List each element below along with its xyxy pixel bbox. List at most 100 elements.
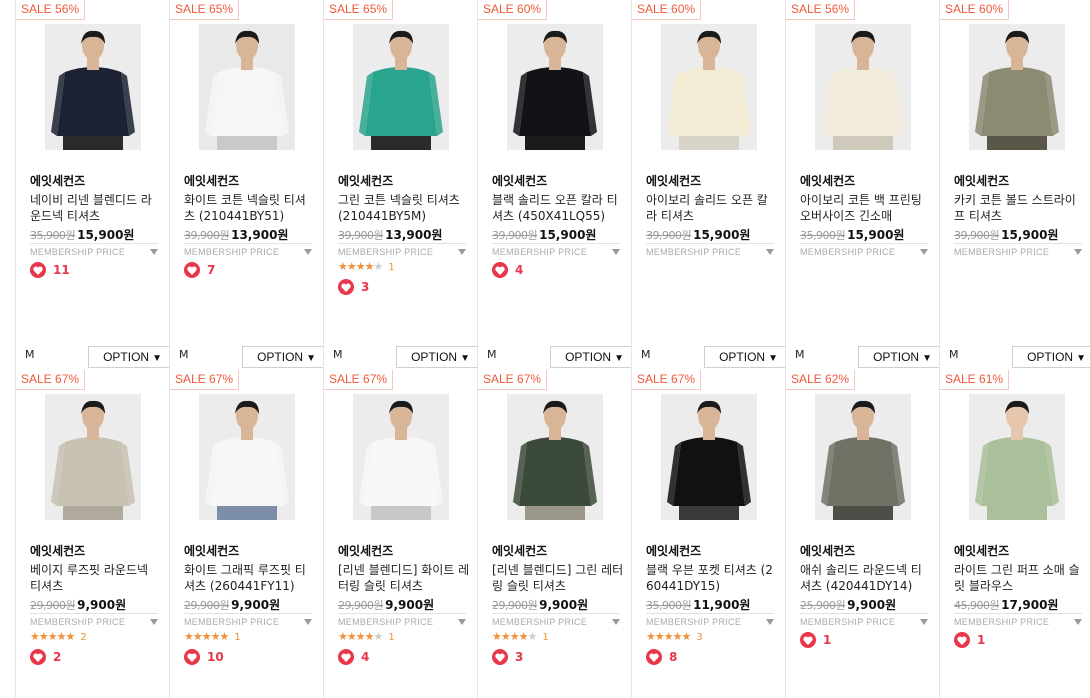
brand-name[interactable]: 에잇세컨즈 <box>184 172 239 189</box>
product-image[interactable] <box>507 394 603 520</box>
product-image[interactable] <box>815 24 911 150</box>
price-box: 39,900원 15,900원 <box>492 224 596 243</box>
brand-name[interactable]: 에잇세컨즈 <box>646 542 701 559</box>
product-name[interactable]: 블랙 솔리드 오픈 칼라 티셔츠 (450X41LQ55) <box>492 192 624 224</box>
option-button[interactable]: OPTION ▼ <box>1012 346 1090 368</box>
heart-icon <box>338 649 354 665</box>
membership-price-toggle[interactable]: MEMBERSHIP PRICE <box>338 613 466 630</box>
brand-name[interactable]: 에잇세컨즈 <box>30 542 85 559</box>
product-name[interactable]: 라이트 그린 퍼프 소매 슬릿 블라우스 <box>954 562 1086 594</box>
brand-name[interactable]: 에잇세컨즈 <box>954 172 1009 189</box>
sale-badge: SALE 60% <box>632 0 702 20</box>
product-image[interactable] <box>45 24 141 150</box>
product-name[interactable]: 블랙 우븐 포켓 티셔츠 (260441DY15) <box>646 562 778 594</box>
brand-name[interactable]: 에잇세컨즈 <box>646 172 701 189</box>
product-image[interactable] <box>507 24 603 150</box>
like-button[interactable]: 4 <box>338 649 369 665</box>
like-button[interactable]: 1 <box>954 632 985 648</box>
product-name[interactable]: 애쉬 솔리드 라운드넥 티셔츠 (420441DY14) <box>800 562 932 594</box>
option-button[interactable]: OPTION ▼ <box>858 346 940 368</box>
brand-name[interactable]: 에잇세컨즈 <box>184 542 239 559</box>
like-button[interactable]: 11 <box>30 262 70 278</box>
product-card[interactable]: SALE 60% 에잇세컨즈 카키 코튼 볼드 스트라이프 티셔츠 39,900원 15… <box>939 0 1090 370</box>
membership-price-toggle[interactable]: MEMBERSHIP PRICE <box>646 243 774 260</box>
product-image[interactable] <box>969 24 1065 150</box>
membership-price-label: MEMBERSHIP PRICE <box>800 617 896 627</box>
membership-price-toggle[interactable]: MEMBERSHIP PRICE <box>646 613 774 630</box>
dropdown-triangle-icon <box>612 249 620 255</box>
option-button[interactable]: OPTION ▼ <box>396 346 478 368</box>
product-name[interactable]: 화이트 그래픽 루즈핏 티셔츠 (260441FY11) <box>184 562 316 594</box>
like-button[interactable]: 3 <box>492 649 523 665</box>
product-card[interactable]: SALE 60% 에잇세컨즈 아이보리 솔리드 오픈 칼라 티셔츠 39,900원 15… <box>631 0 786 370</box>
brand-name[interactable]: 에잇세컨즈 <box>30 172 85 189</box>
membership-price-toggle[interactable]: MEMBERSHIP PRICE <box>338 243 466 260</box>
like-button[interactable]: 2 <box>30 649 61 665</box>
product-card[interactable]: SALE 56% 에잇세컨즈 네이비 리넨 블렌디드 라운드넥 티셔츠 35,900원… <box>15 0 170 370</box>
option-button[interactable]: OPTION ▼ <box>88 346 170 368</box>
size-label: M <box>949 348 959 361</box>
product-name[interactable]: 화이트 코튼 넥슬릿 티셔츠 (210441BY51) <box>184 192 316 224</box>
like-button[interactable]: 3 <box>338 279 369 295</box>
membership-price-label: MEMBERSHIP PRICE <box>338 247 434 257</box>
like-button[interactable]: 7 <box>184 262 215 278</box>
product-card[interactable]: SALE 67% 에잇세컨즈 베이지 루즈핏 라운드넥 티셔츠 29,900원 9,90… <box>15 370 169 698</box>
product-card[interactable]: SALE 67% 에잇세컨즈 [리넨 블렌디드] 그린 레터링 슬릿 티셔츠 29,9… <box>477 370 631 698</box>
product-image[interactable] <box>969 394 1065 520</box>
membership-price-toggle[interactable]: MEMBERSHIP PRICE <box>954 243 1082 260</box>
membership-price-toggle[interactable]: MEMBERSHIP PRICE <box>954 613 1082 630</box>
membership-price-toggle[interactable]: MEMBERSHIP PRICE <box>184 613 312 630</box>
product-card[interactable]: SALE 65% 에잇세컨즈 화이트 코튼 넥슬릿 티셔츠 (210441BY51)… <box>169 0 324 370</box>
product-card[interactable]: SALE 67% 에잇세컨즈 화이트 그래픽 루즈핏 티셔츠 (260441FY11… <box>169 370 323 698</box>
product-name[interactable]: 네이비 리넨 블렌디드 라운드넥 티셔츠 <box>30 192 162 224</box>
membership-price-toggle[interactable]: MEMBERSHIP PRICE <box>800 243 928 260</box>
brand-name[interactable]: 에잇세컨즈 <box>800 172 855 189</box>
membership-price-toggle[interactable]: MEMBERSHIP PRICE <box>30 243 158 260</box>
product-image[interactable] <box>661 394 757 520</box>
brand-name[interactable]: 에잇세컨즈 <box>338 172 393 189</box>
option-button[interactable]: OPTION ▼ <box>550 346 632 368</box>
membership-price-label: MEMBERSHIP PRICE <box>492 247 588 257</box>
dropdown-triangle-icon <box>612 619 620 625</box>
product-card[interactable]: SALE 56% 에잇세컨즈 아이보리 코튼 백 프린팅 오버사이즈 긴소매 35,9… <box>785 0 940 370</box>
product-image[interactable] <box>199 394 295 520</box>
membership-price-toggle[interactable]: MEMBERSHIP PRICE <box>492 613 620 630</box>
product-name[interactable]: 아이보리 솔리드 오픈 칼라 티셔츠 <box>646 192 778 224</box>
product-image[interactable] <box>45 394 141 520</box>
brand-name[interactable]: 에잇세컨즈 <box>338 542 393 559</box>
product-image[interactable] <box>353 24 449 150</box>
product-image[interactable] <box>661 24 757 150</box>
like-button[interactable]: 4 <box>492 262 523 278</box>
product-name[interactable]: [리넨 블렌디드] 화이트 레터링 슬릿 티셔츠 <box>338 562 470 594</box>
product-card[interactable]: SALE 67% 에잇세컨즈 블랙 우븐 포켓 티셔츠 (260441DY15) 35… <box>631 370 785 698</box>
product-name[interactable]: [리넨 블렌디드] 그린 레터링 슬릿 티셔츠 <box>492 562 624 594</box>
product-name[interactable]: 그린 코튼 넥슬릿 티셔츠 (210441BY5M) <box>338 192 470 224</box>
membership-price-toggle[interactable]: MEMBERSHIP PRICE <box>184 243 312 260</box>
option-button[interactable]: OPTION ▼ <box>704 346 786 368</box>
product-image[interactable] <box>199 24 295 150</box>
size-label: M <box>795 348 805 361</box>
brand-name[interactable]: 에잇세컨즈 <box>954 542 1009 559</box>
product-card[interactable]: SALE 65% 에잇세컨즈 그린 코튼 넥슬릿 티셔츠 (210441BY5M) 3… <box>323 0 478 370</box>
brand-name[interactable]: 에잇세컨즈 <box>492 172 547 189</box>
like-button[interactable]: 10 <box>184 649 224 665</box>
membership-price-toggle[interactable]: MEMBERSHIP PRICE <box>492 243 620 260</box>
membership-price-toggle[interactable]: MEMBERSHIP PRICE <box>800 613 928 630</box>
brand-name[interactable]: 에잇세컨즈 <box>492 542 547 559</box>
product-card[interactable]: SALE 60% 에잇세컨즈 블랙 솔리드 오픈 칼라 티셔츠 (450X41LQ5… <box>477 0 632 370</box>
product-card[interactable]: SALE 62% 에잇세컨즈 애쉬 솔리드 라운드넥 티셔츠 (420441DY14… <box>785 370 939 698</box>
option-button[interactable]: OPTION ▼ <box>242 346 324 368</box>
dropdown-triangle-icon <box>458 619 466 625</box>
like-button[interactable]: 8 <box>646 649 677 665</box>
product-name[interactable]: 아이보리 코튼 백 프린팅 오버사이즈 긴소매 <box>800 192 932 224</box>
product-name[interactable]: 베이지 루즈핏 라운드넥 티셔츠 <box>30 562 162 594</box>
product-image[interactable] <box>353 394 449 520</box>
product-card[interactable]: SALE 61% 에잇세컨즈 라이트 그린 퍼프 소매 슬릿 블라우스 45,900원… <box>939 370 1090 698</box>
brand-name[interactable]: 에잇세컨즈 <box>800 542 855 559</box>
membership-price-toggle[interactable]: MEMBERSHIP PRICE <box>30 613 158 630</box>
price-box: 35,900원 15,900원 <box>30 224 134 243</box>
like-button[interactable]: 1 <box>800 632 831 648</box>
product-image[interactable] <box>815 394 911 520</box>
product-card[interactable]: SALE 67% 에잇세컨즈 [리넨 블렌디드] 화이트 레터링 슬릿 티셔츠 29,… <box>323 370 477 698</box>
product-name[interactable]: 카키 코튼 볼드 스트라이프 티셔츠 <box>954 192 1086 224</box>
